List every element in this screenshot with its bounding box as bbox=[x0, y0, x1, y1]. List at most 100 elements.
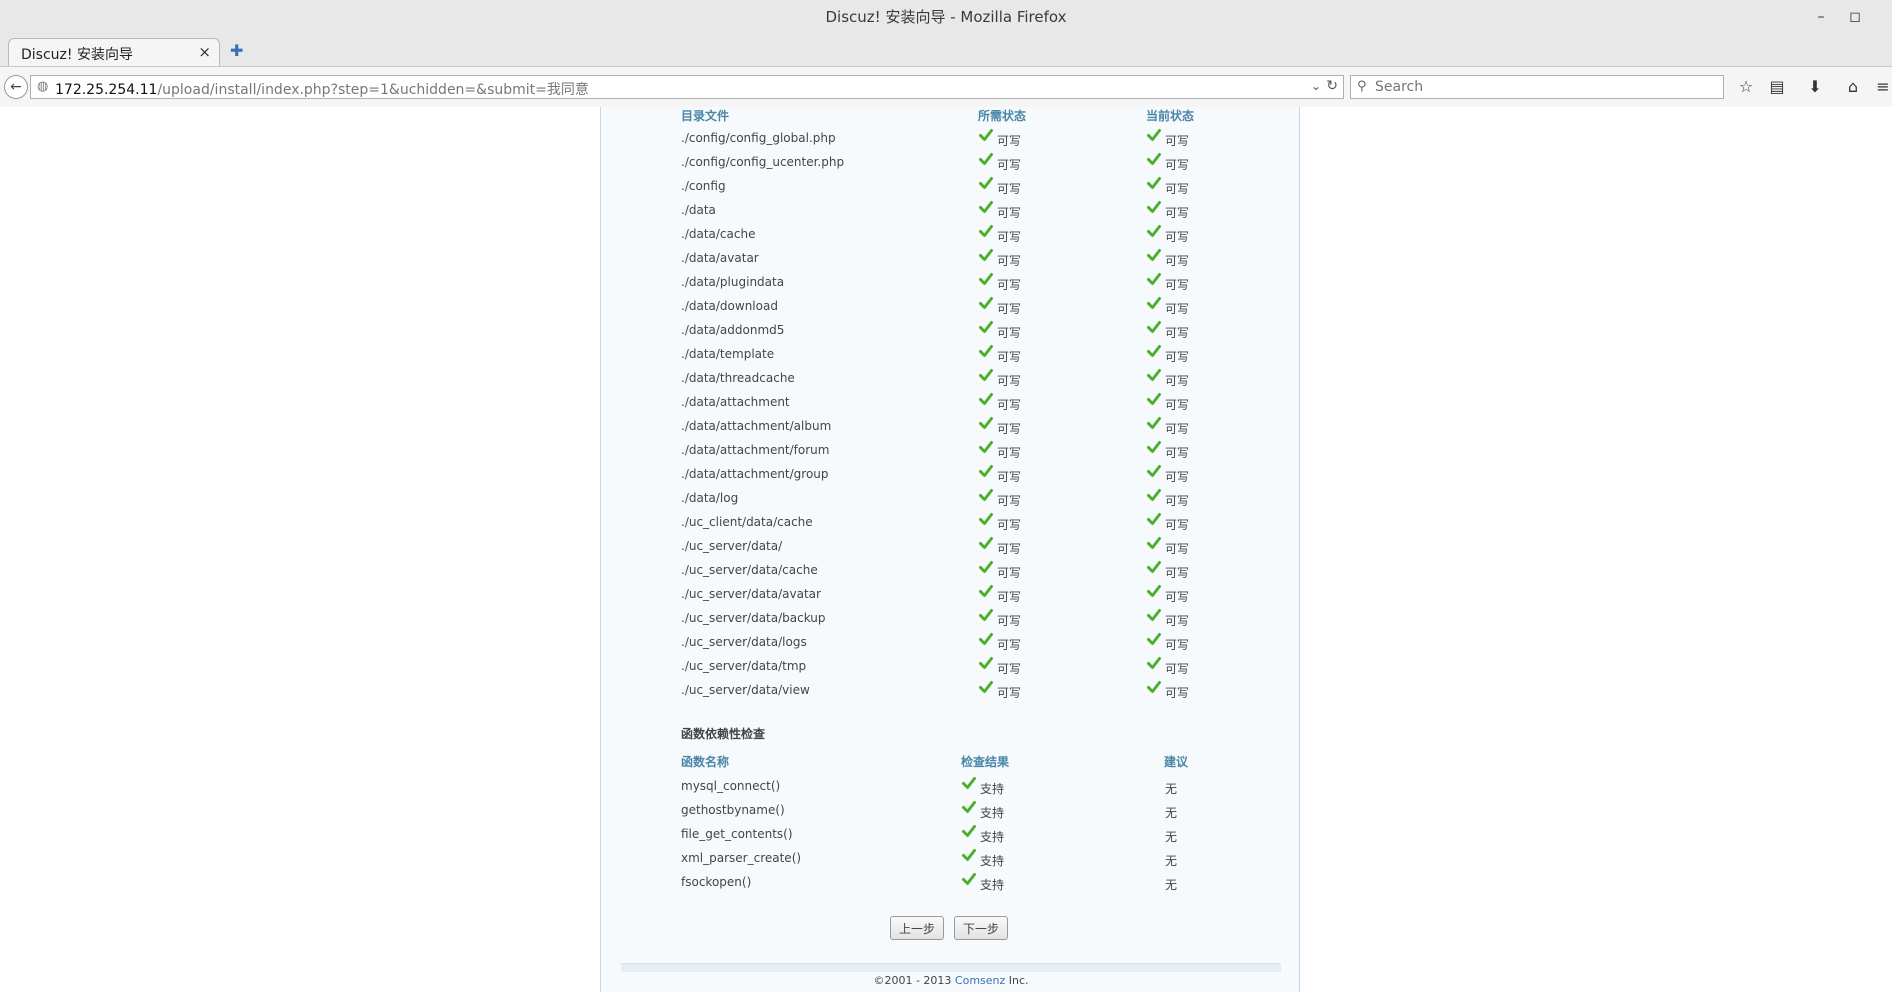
tab-discuz-install[interactable]: Discuz! 安装向导 × bbox=[8, 38, 220, 66]
current-status: 可写 bbox=[1165, 494, 1190, 508]
current-status: 可写 bbox=[1165, 542, 1190, 556]
check-icon bbox=[1147, 585, 1161, 597]
func-header-name: 函数名称 bbox=[681, 755, 730, 769]
table-row: ./data/attachment/album 可写 可写 bbox=[601, 415, 1301, 439]
footer-suffix: Inc. bbox=[1005, 974, 1029, 987]
minimize-button[interactable]: – bbox=[1808, 4, 1834, 30]
dir-path: ./data/cache bbox=[681, 227, 756, 241]
required-status: 可写 bbox=[997, 662, 1022, 676]
check-icon bbox=[1147, 609, 1161, 621]
footer: ©2001 - 2013 Comsenz Inc. bbox=[601, 974, 1301, 987]
check-icon bbox=[979, 177, 993, 189]
check-icon bbox=[1147, 633, 1161, 645]
bookmark-star-icon[interactable]: ☆ bbox=[1734, 75, 1758, 99]
back-arrow-icon[interactable]: ← bbox=[4, 75, 28, 99]
required-status: 可写 bbox=[997, 542, 1022, 556]
search-input[interactable] bbox=[1375, 78, 1715, 96]
table-row: fsockopen() 支持 无 bbox=[601, 871, 1301, 895]
footer-company-link[interactable]: Comsenz bbox=[955, 974, 1005, 987]
next-step-button[interactable]: 下一步 bbox=[954, 916, 1009, 940]
tab-close-icon[interactable]: × bbox=[198, 43, 211, 61]
table-row: ./data/attachment/forum 可写 可写 bbox=[601, 439, 1301, 463]
required-status: 可写 bbox=[997, 494, 1022, 508]
dir-path: ./data/threadcache bbox=[681, 371, 795, 385]
check-icon bbox=[979, 441, 993, 453]
current-status: 可写 bbox=[1165, 518, 1190, 532]
dir-path: ./uc_server/data/ bbox=[681, 539, 783, 553]
check-icon bbox=[962, 777, 976, 789]
check-icon bbox=[1147, 489, 1161, 501]
search-bar[interactable]: ⚲ bbox=[1350, 75, 1724, 99]
dir-path: ./data/plugindata bbox=[681, 275, 785, 289]
check-icon bbox=[979, 657, 993, 669]
current-status: 可写 bbox=[1165, 230, 1190, 244]
table-row: ./data/addonmd5 可写 可写 bbox=[601, 319, 1301, 343]
dir-path: ./data/addonmd5 bbox=[681, 323, 785, 337]
dir-header-current: 当前状态 bbox=[1146, 109, 1195, 123]
table-row: ./config 可写 可写 bbox=[601, 175, 1301, 199]
required-status: 可写 bbox=[997, 206, 1022, 220]
check-icon bbox=[1147, 225, 1161, 237]
download-arrow-icon[interactable]: ⬇ bbox=[1803, 75, 1827, 99]
advice: 无 bbox=[1165, 782, 1178, 796]
home-icon[interactable]: ⌂ bbox=[1841, 75, 1865, 99]
check-result: 支持 bbox=[980, 806, 1005, 820]
browser-chrome: Discuz! 安装向导 - Mozilla Firefox – ◻ Discu… bbox=[0, 0, 1892, 107]
table-row: ./data/avatar 可写 可写 bbox=[601, 247, 1301, 271]
check-icon bbox=[1147, 129, 1161, 141]
current-status: 可写 bbox=[1165, 134, 1190, 148]
required-status: 可写 bbox=[997, 350, 1022, 364]
required-status: 可写 bbox=[997, 278, 1022, 292]
new-tab-icon[interactable]: ✚ bbox=[230, 41, 243, 60]
chevron-down-icon[interactable]: ⌄ bbox=[1311, 79, 1321, 93]
url-bar[interactable]: ◍ 172.25.254.11/upload/install/index.php… bbox=[30, 75, 1344, 99]
check-icon bbox=[1147, 249, 1161, 261]
check-icon bbox=[979, 273, 993, 285]
required-status: 可写 bbox=[997, 182, 1022, 196]
dir-path: ./uc_server/data/cache bbox=[681, 563, 818, 577]
table-row: ./data/plugindata 可写 可写 bbox=[601, 271, 1301, 295]
dir-path: ./uc_server/data/backup bbox=[681, 611, 826, 625]
dir-path: ./data/template bbox=[681, 347, 775, 361]
check-icon bbox=[979, 513, 993, 525]
check-icon bbox=[1147, 345, 1161, 357]
current-status: 可写 bbox=[1165, 614, 1190, 628]
check-icon bbox=[979, 537, 993, 549]
maximize-button[interactable]: ◻ bbox=[1842, 4, 1868, 30]
dir-path: ./uc_server/data/view bbox=[681, 683, 810, 697]
dir-path: ./uc_client/data/cache bbox=[681, 515, 813, 529]
check-icon bbox=[1147, 441, 1161, 453]
current-status: 可写 bbox=[1165, 686, 1190, 700]
table-row: ./data/attachment/group 可写 可写 bbox=[601, 463, 1301, 487]
table-row: ./data/threadcache 可写 可写 bbox=[601, 367, 1301, 391]
current-status: 可写 bbox=[1165, 446, 1190, 460]
function-name: fsockopen() bbox=[681, 875, 752, 889]
table-row: ./data 可写 可写 bbox=[601, 199, 1301, 223]
check-icon bbox=[1147, 369, 1161, 381]
current-status: 可写 bbox=[1165, 398, 1190, 412]
check-icon bbox=[979, 465, 993, 477]
check-icon bbox=[979, 369, 993, 381]
check-icon bbox=[979, 417, 993, 429]
reader-list-icon[interactable]: ▤ bbox=[1765, 75, 1789, 99]
search-icon: ⚲ bbox=[1357, 79, 1367, 94]
function-name: mysql_connect() bbox=[681, 779, 781, 793]
current-status: 可写 bbox=[1165, 638, 1190, 652]
current-status: 可写 bbox=[1165, 254, 1190, 268]
check-icon bbox=[1147, 681, 1161, 693]
dir-path: ./config/config_ucenter.php bbox=[681, 155, 845, 169]
current-status: 可写 bbox=[1165, 278, 1190, 292]
menu-icon[interactable]: ≡ bbox=[1874, 75, 1892, 99]
advice: 无 bbox=[1165, 854, 1178, 868]
current-status: 可写 bbox=[1165, 374, 1190, 388]
window-titlebar: Discuz! 安装向导 - Mozilla Firefox – ◻ bbox=[0, 0, 1892, 38]
dir-path: ./data/download bbox=[681, 299, 778, 313]
url-text[interactable]: 172.25.254.11/upload/install/index.php?s… bbox=[55, 79, 589, 99]
reload-icon[interactable]: ↻ bbox=[1326, 78, 1338, 94]
required-status: 可写 bbox=[997, 686, 1022, 700]
table-row: ./uc_server/data/cache 可写 可写 bbox=[601, 559, 1301, 583]
check-result: 支持 bbox=[980, 878, 1005, 892]
prev-step-button[interactable]: 上一步 bbox=[890, 916, 945, 940]
check-icon bbox=[1147, 393, 1161, 405]
required-status: 可写 bbox=[997, 134, 1022, 148]
